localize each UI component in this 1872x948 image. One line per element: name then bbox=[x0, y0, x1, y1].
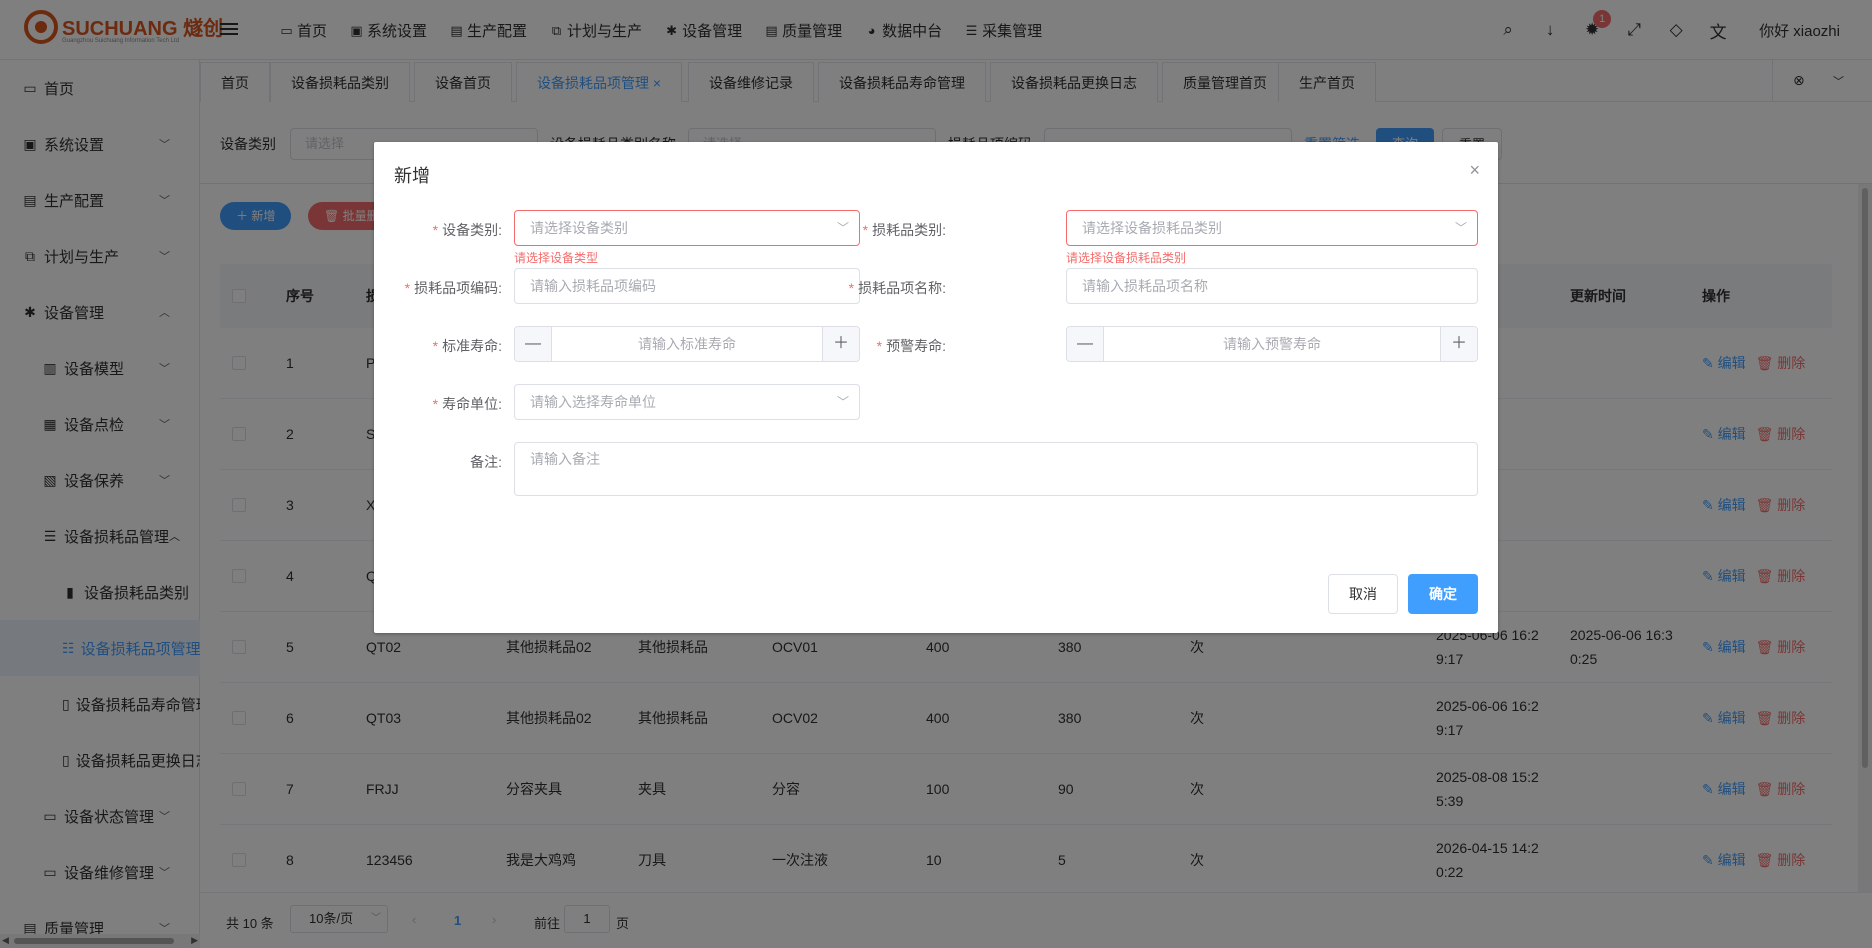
item-code-label: * 损耗品项编码: bbox=[404, 280, 502, 296]
consumable-type-label: * 损耗品类别: bbox=[862, 222, 946, 238]
consumable-type-select[interactable]: 请选择设备损耗品类别 ﹀ bbox=[1066, 210, 1478, 246]
std-life-stepper[interactable]: — 请输入标准寿命 ＋ bbox=[514, 326, 860, 362]
chevron-down-icon: ﹀ bbox=[836, 395, 849, 409]
std-life-input[interactable]: 请输入标准寿命 bbox=[553, 327, 821, 361]
decrement-icon[interactable]: — bbox=[515, 327, 552, 361]
life-unit-select[interactable]: 请输入选择寿命单位 ﹀ bbox=[514, 384, 860, 420]
dialog-title: 新增 bbox=[394, 166, 430, 186]
warn-life-input[interactable]: 请输入预警寿命 bbox=[1105, 327, 1439, 361]
consumable-type-error: 请选择设备损耗品类别 bbox=[1066, 251, 1187, 265]
decrement-icon[interactable]: — bbox=[1067, 327, 1104, 361]
cancel-button[interactable]: 取消 bbox=[1328, 574, 1398, 614]
item-name-label: * 损耗品项名称: bbox=[848, 280, 946, 296]
device-type-label: * 设备类别: bbox=[432, 222, 502, 238]
close-icon[interactable]: × bbox=[1469, 160, 1480, 181]
device-type-error: 请选择设备类型 bbox=[514, 251, 599, 265]
confirm-button[interactable]: 确定 bbox=[1408, 574, 1478, 614]
warn-life-stepper[interactable]: — 请输入预警寿命 ＋ bbox=[1066, 326, 1478, 362]
remark-label: 备注: bbox=[470, 454, 502, 470]
add-dialog: 新增 × * 设备类别: 请选择设备类别 ﹀ 请选择设备类型 * 损耗品类别: 请选择… bbox=[374, 142, 1498, 633]
device-type-select[interactable]: 请选择设备类别 ﹀ bbox=[514, 210, 860, 246]
increment-icon[interactable]: ＋ bbox=[1440, 327, 1477, 361]
warn-life-label: * 预警寿命: bbox=[876, 338, 946, 354]
item-name-input[interactable]: 请输入损耗品项名称 bbox=[1066, 268, 1478, 304]
std-life-label: * 标准寿命: bbox=[432, 338, 502, 354]
item-code-input[interactable]: 请输入损耗品项编码 bbox=[514, 268, 860, 304]
life-unit-label: * 寿命单位: bbox=[432, 396, 502, 412]
chevron-down-icon: ﹀ bbox=[1454, 221, 1467, 235]
remark-textarea[interactable]: 请输入备注 bbox=[514, 442, 1478, 496]
